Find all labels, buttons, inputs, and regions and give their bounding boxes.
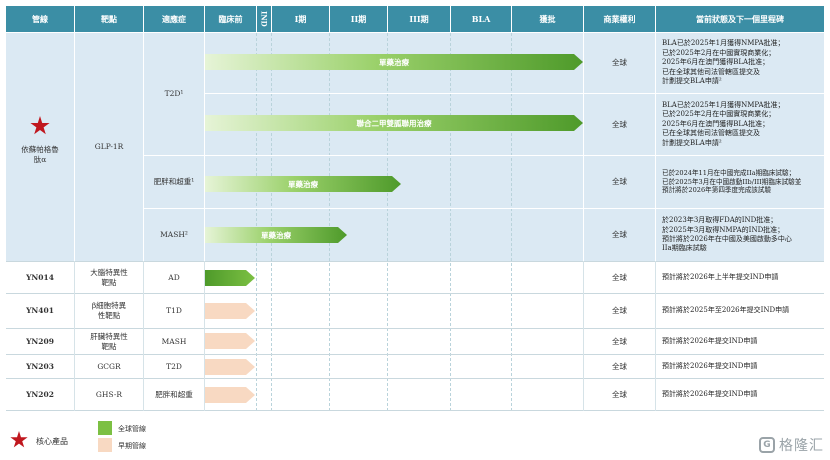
rights-cell: 全球: [612, 389, 627, 399]
rights-cell: 全球: [612, 58, 627, 68]
watermark-text: 格隆汇: [779, 438, 824, 454]
divider: [204, 261, 205, 411]
legend-global-swatch: [98, 421, 112, 435]
product-target: 大腦特異性 靶點: [90, 267, 128, 287]
product-target: GHS-R: [95, 389, 123, 399]
header-phase1: I期: [272, 6, 329, 32]
header-phase3: III期: [388, 6, 450, 32]
rights-cell: 全球: [612, 306, 627, 316]
pipeline-table: 管線 靶點 適應症 臨床前 IND I期 II期 III期 BLA 獲批 商業權…: [6, 6, 824, 411]
status-cell: BLA已於2025年1月獲得NMPA批准； 已於2025年2月在中國實現商業化；…: [662, 100, 785, 147]
rights-cell: 全球: [612, 119, 627, 129]
core-product-name: 依蘇帕格魯肽α: [21, 145, 59, 164]
product-name: YN209: [26, 336, 54, 346]
row-divider: [6, 410, 824, 411]
program-arrow: 單藥治療: [205, 176, 401, 192]
core-product-target: GLP-1R: [94, 142, 124, 152]
status-cell: 預計將於2026年提交IND申請: [662, 361, 758, 370]
status-cell: 預計將於2026年提交IND申請: [662, 336, 758, 345]
header-phase2: II期: [330, 6, 387, 32]
rights-cell: 全球: [612, 230, 627, 240]
program-arrow: 聯合二甲雙胍聯用治療: [205, 115, 583, 131]
product-indication: AD: [168, 272, 180, 282]
program-arrow: [205, 333, 255, 349]
legend-early-swatch: [98, 438, 112, 452]
legend-core-star-icon: [10, 431, 28, 448]
rights-cell: 全球: [612, 336, 627, 346]
product-name: YN014: [26, 272, 54, 282]
product-indication: T2D: [166, 361, 182, 371]
watermark: G 格隆汇: [759, 436, 824, 454]
program-arrow: [205, 359, 255, 375]
legend-global-label: 全球管線: [118, 425, 146, 433]
status-cell: 預計將於2025年至2026年提交IND申請: [662, 306, 790, 315]
header-approved: 獲批: [512, 6, 583, 32]
header-indication: 適應症: [144, 6, 204, 32]
product-indication: 肥胖和超重: [155, 389, 193, 399]
header-preclinical: 臨床前: [205, 6, 256, 32]
product-target: 肝臟特異性 靶點: [90, 331, 128, 351]
product-name: YN202: [26, 389, 54, 399]
header-pipeline: 管線: [6, 6, 74, 32]
header-bla: BLA: [451, 6, 511, 32]
rights-cell: 全球: [612, 177, 627, 187]
status-cell: 於2023年3月取得FDA的IND批准； 於2025年3月取得NMPA的IND批…: [662, 216, 792, 253]
legend-core-label: 核心產品: [36, 437, 68, 446]
status-cell: 已於2024年11月在中國完成IIa期臨床試驗； 已於2025年3月在中國啟動I…: [662, 168, 802, 195]
indication-label: 肥胖和超重¹: [153, 177, 195, 187]
status-cell: 預計將於2026年上半年提交IND申請: [662, 272, 779, 281]
rights-cell: 全球: [612, 272, 627, 282]
divider: [204, 33, 205, 261]
program-arrow: [205, 303, 255, 319]
product-indication: MASH: [161, 336, 187, 346]
header-target: 靶點: [75, 6, 143, 32]
program-arrow: 單藥治療: [205, 227, 347, 243]
header-status: 當前狀態及下一個里程碑: [656, 6, 824, 32]
program-arrow: 單藥治療: [205, 54, 583, 70]
program-arrow: [205, 270, 255, 286]
indication-label: T2D¹: [164, 89, 184, 99]
rights-cell: 全球: [612, 361, 627, 371]
product-target: β細胞特異 性靶點: [91, 301, 127, 320]
product-target: GCGR: [97, 361, 121, 371]
product-indication: T1D: [166, 306, 182, 316]
legend-early-label: 早期管線: [118, 442, 146, 450]
logo-icon: G: [759, 437, 775, 453]
status-cell: BLA已於2025年1月獲得NMPA批准； 已於2025年2月在中國實現商業化；…: [662, 39, 785, 86]
product-name: YN203: [26, 361, 54, 371]
product-name: YN401: [26, 306, 54, 316]
header-rights: 商業權利: [584, 6, 655, 32]
status-cell: 預計將於2026年提交IND申請: [662, 389, 758, 398]
program-arrow: [205, 387, 255, 403]
indication-label: MASH²: [160, 230, 188, 240]
header-ind: IND: [257, 6, 271, 32]
